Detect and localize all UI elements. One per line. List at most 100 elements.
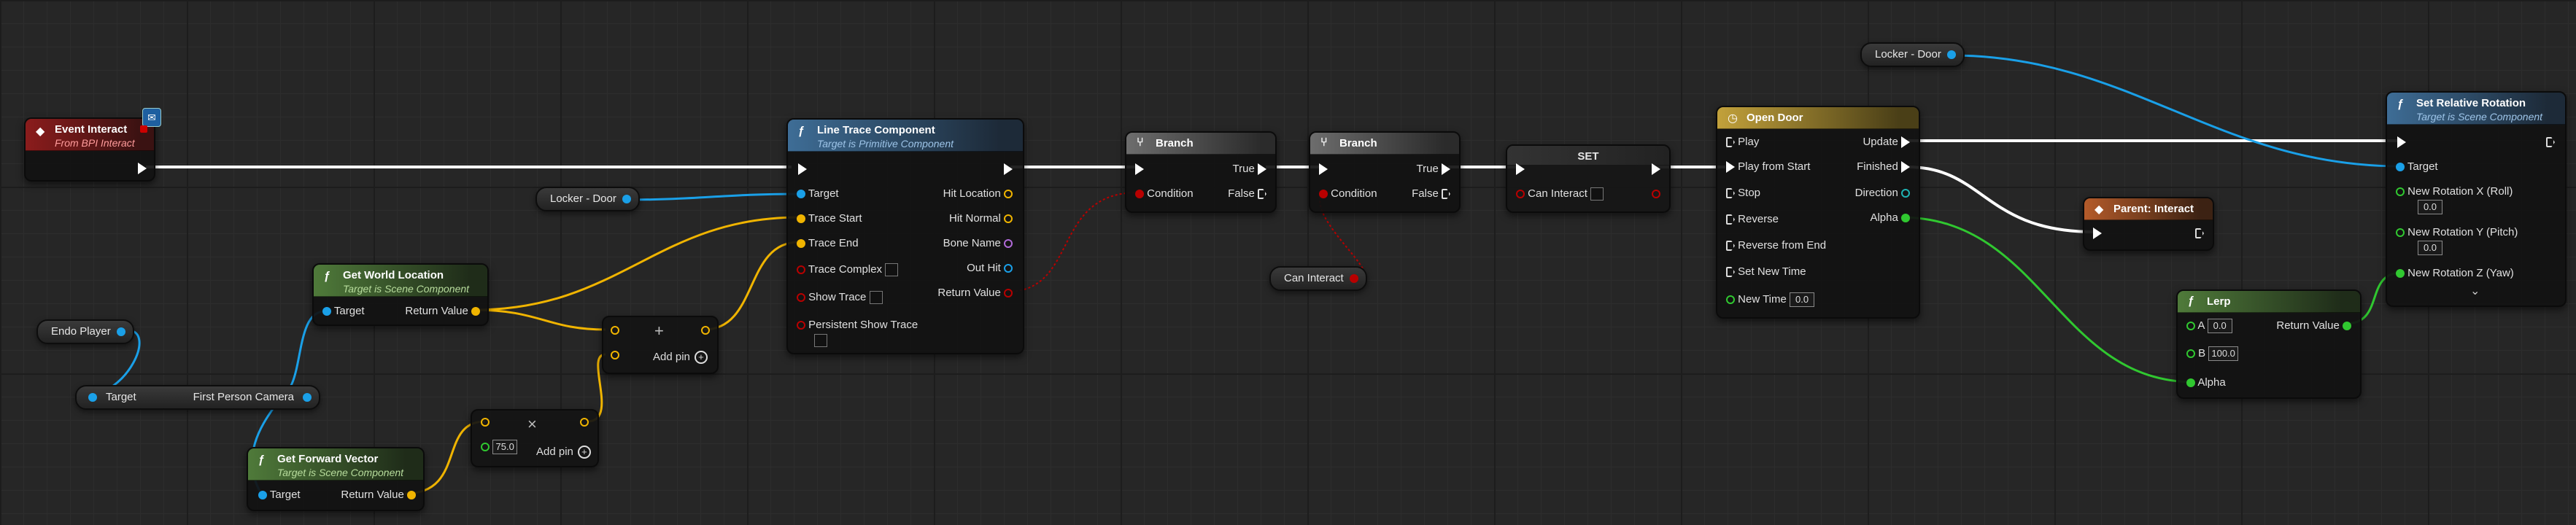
float-input[interactable]: 75.0 <box>481 440 518 455</box>
a-input[interactable]: A 0.0 <box>2186 319 2232 334</box>
vector-in-pin[interactable] <box>481 418 490 427</box>
locker-door-getter[interactable]: Locker - Door <box>1860 42 1965 67</box>
blueprint-graph-canvas[interactable]: ◆ Event Interact From BPI Interact ✉ End… <box>0 0 2576 525</box>
parent-interact-node[interactable]: ◆ Parent: Interact <box>2083 197 2214 251</box>
exec-in-pin[interactable] <box>1135 162 1144 176</box>
lerp-node[interactable]: ƒ Lerp A 0.0 B 100.0 Alpha Return Value <box>2176 289 2362 399</box>
object-pin[interactable] <box>116 327 125 336</box>
a-value-field[interactable]: 0.0 <box>2207 319 2232 334</box>
add-node[interactable]: + Add pin + <box>602 316 719 374</box>
close-icon[interactable] <box>140 125 147 133</box>
exec-in-pin[interactable] <box>1516 162 1525 176</box>
exec-in-pin[interactable] <box>2093 226 2102 241</box>
endo-player-getter[interactable]: Endo Player <box>36 319 134 344</box>
event-interact-node[interactable]: ◆ Event Interact From BPI Interact <box>24 117 155 182</box>
set-relative-rotation-node[interactable]: ƒ Set Relative Rotation Target is Scene … <box>2386 91 2567 307</box>
roll-value-field[interactable]: 0.0 <box>2418 200 2442 214</box>
target-input[interactable]: Target <box>2396 160 2438 174</box>
bool-out-pin[interactable] <box>1652 187 1660 201</box>
trace-end-input[interactable]: Trace End <box>797 236 859 251</box>
show-trace-input[interactable]: Show Trace <box>797 290 883 305</box>
new-time-input[interactable]: New Time 0.0 <box>1726 292 1815 308</box>
play-from-start-label: Play from Start <box>1738 160 1811 173</box>
trace-complex-input[interactable]: Trace Complex <box>797 262 899 277</box>
play-input[interactable]: Play <box>1726 135 1759 149</box>
return-value-output[interactable]: Return Value <box>341 488 416 502</box>
show-trace-checkbox[interactable] <box>869 291 883 305</box>
set-can-interact-node[interactable]: SET Can Interact <box>1506 144 1671 213</box>
get-world-location-node[interactable]: ƒ Get World Location Target is Scene Com… <box>312 263 489 326</box>
event-interact-header: ◆ Event Interact From BPI Interact <box>26 119 154 151</box>
get-forward-vector-node[interactable]: ƒ Get Forward Vector Target is Scene Com… <box>247 447 425 511</box>
alpha-input[interactable]: Alpha <box>2186 376 2226 390</box>
can-interact-input[interactable]: Can Interact <box>1516 187 1604 201</box>
true-output[interactable]: True <box>1233 162 1266 176</box>
can-interact-getter[interactable]: Can Interact <box>1269 266 1367 291</box>
exec-out-pin[interactable] <box>1652 162 1660 176</box>
finished-output[interactable]: Finished <box>1857 160 1910 174</box>
branch-node-2[interactable]: ⑂ Branch True Condition False <box>1309 131 1461 213</box>
return-value-output[interactable]: Return Value <box>2276 319 2351 333</box>
object-pin[interactable] <box>622 195 631 203</box>
target-pin[interactable] <box>88 393 97 402</box>
vector-in-pin-a[interactable] <box>611 326 619 335</box>
b-value-field[interactable]: 100.0 <box>2208 346 2238 362</box>
bone-name-output[interactable]: Bone Name <box>943 236 1013 251</box>
multiply-value-field[interactable]: 75.0 <box>492 440 518 455</box>
hit-normal-output[interactable]: Hit Normal <box>949 211 1013 226</box>
false-output[interactable]: False <box>1228 187 1266 201</box>
persistent-show-trace-checkbox[interactable] <box>814 334 827 347</box>
b-input[interactable]: B 100.0 <box>2186 346 2238 362</box>
line-trace-component-node[interactable]: ƒ Line Trace Component Target is Primiti… <box>786 118 1024 354</box>
object-pin[interactable] <box>1946 50 1956 59</box>
add-pin-button[interactable]: Add pin + <box>536 446 591 459</box>
return-value-output[interactable]: Return Value <box>405 304 480 319</box>
target-input[interactable]: Target <box>258 488 301 502</box>
false-output[interactable]: False <box>1412 187 1450 201</box>
locker-door-getter[interactable]: Locker - Door <box>535 187 640 211</box>
persistent-show-trace-input[interactable]: Persistent Show Trace <box>797 318 918 332</box>
first-person-camera-getter[interactable]: Target First Person Camera <box>75 385 320 410</box>
pitch-input[interactable]: New Rotation Y (Pitch) <box>2396 225 2518 240</box>
multiply-node[interactable]: × 75.0 Add pin + <box>471 409 599 467</box>
trace-complex-checkbox[interactable] <box>885 263 899 277</box>
vector-out-pin[interactable] <box>701 326 710 335</box>
vector-out-pin[interactable] <box>580 418 589 427</box>
exec-out-pin[interactable] <box>1004 162 1013 176</box>
can-interact-checkbox[interactable] <box>1590 187 1604 201</box>
camera-out-pin[interactable] <box>303 393 312 402</box>
target-input[interactable]: Target <box>797 187 839 201</box>
roll-input[interactable]: New Rotation X (Roll) <box>2396 184 2513 199</box>
alpha-output[interactable]: Alpha <box>1870 211 1910 225</box>
reverse-from-end-input[interactable]: Reverse from End <box>1726 238 1826 253</box>
condition-input[interactable]: Condition <box>1135 187 1194 201</box>
direction-output[interactable]: Direction <box>1855 186 1910 201</box>
target-input[interactable]: Target <box>322 304 365 319</box>
open-door-timeline-node[interactable]: ◷ Open Door Play Play from Start Stop Re… <box>1716 106 1920 319</box>
set-new-time-input[interactable]: Set New Time <box>1726 265 1806 279</box>
exec-out-pin[interactable] <box>2195 226 2204 241</box>
yaw-input[interactable]: New Rotation Z (Yaw) <box>2396 266 2514 281</box>
chevron-down-icon[interactable]: ⌄ <box>2470 284 2480 298</box>
exec-out-pin[interactable] <box>138 161 147 176</box>
exec-in-pin[interactable] <box>798 162 807 176</box>
branch-node-1[interactable]: ⑂ Branch True Condition False <box>1125 131 1277 213</box>
out-hit-output[interactable]: Out Hit <box>967 261 1013 276</box>
vector-in-pin-b[interactable] <box>611 351 619 359</box>
update-output[interactable]: Update <box>1863 135 1910 149</box>
return-value-output[interactable]: Return Value <box>937 286 1013 300</box>
exec-out-pin[interactable] <box>2546 135 2555 149</box>
true-output[interactable]: True <box>1417 162 1450 176</box>
reverse-input[interactable]: Reverse <box>1726 212 1779 227</box>
exec-in-pin[interactable] <box>1319 162 1328 176</box>
add-pin-button[interactable]: Add pin + <box>653 351 708 365</box>
trace-start-input[interactable]: Trace Start <box>797 211 862 226</box>
condition-input[interactable]: Condition <box>1319 187 1377 201</box>
exec-in-pin[interactable] <box>2397 135 2406 149</box>
new-time-value-field[interactable]: 0.0 <box>1790 292 1815 308</box>
stop-input[interactable]: Stop <box>1726 186 1760 201</box>
bool-pin[interactable] <box>1349 274 1358 283</box>
play-from-start-input[interactable]: Play from Start <box>1726 160 1810 174</box>
pitch-value-field[interactable]: 0.0 <box>2418 241 2442 255</box>
hit-location-output[interactable]: Hit Location <box>943 187 1013 201</box>
